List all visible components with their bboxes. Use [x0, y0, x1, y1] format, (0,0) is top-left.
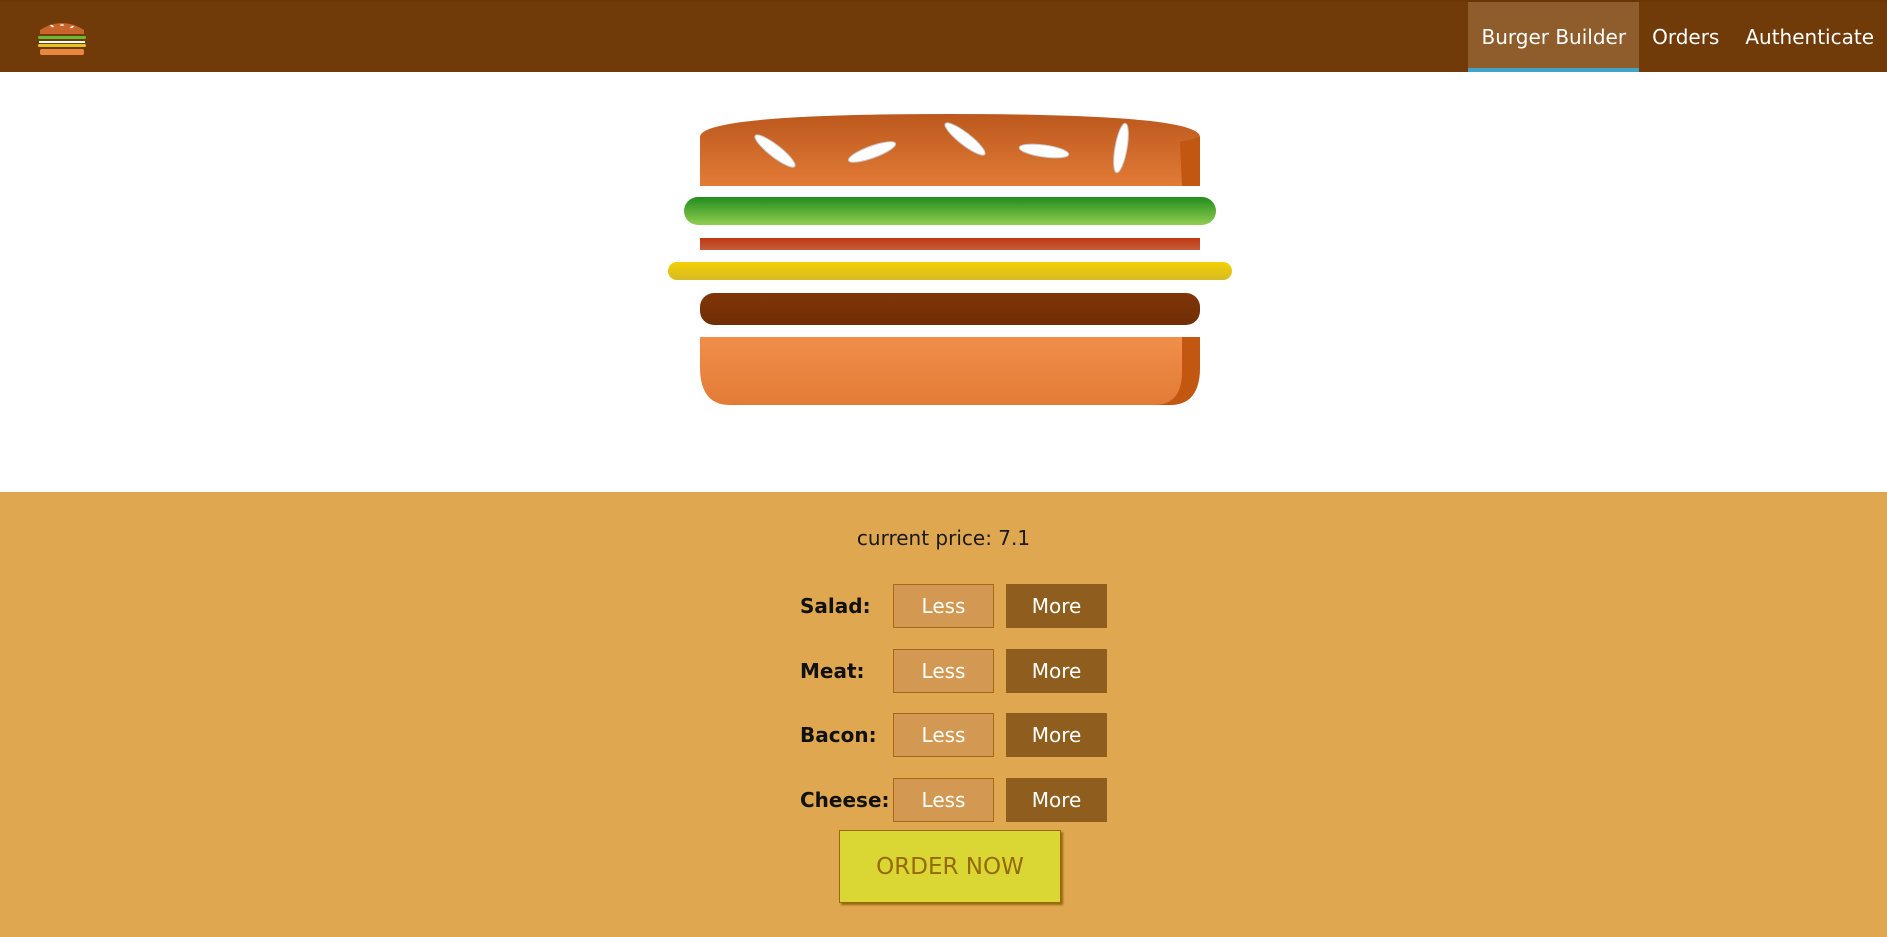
cheese-more-button[interactable]: More — [1006, 778, 1107, 822]
ingredient-label-meat: Meat: — [800, 659, 865, 683]
build-control-meat: Meat: Less More — [800, 649, 1110, 693]
bacon-less-button[interactable]: Less — [893, 713, 994, 757]
build-control-cheese: Cheese: Less More — [800, 778, 1110, 822]
meat-more-button[interactable]: More — [1006, 649, 1107, 693]
order-now-button[interactable]: ORDER NOW — [839, 830, 1061, 903]
nav-burger-builder[interactable]: Burger Builder — [1468, 2, 1640, 72]
build-control-bacon: Bacon: Less More — [800, 713, 1110, 757]
ingredient-label-salad: Salad: — [800, 594, 871, 618]
burger-preview — [0, 72, 1887, 492]
bread-bottom-layer — [700, 337, 1200, 405]
main-nav: Burger Builder Orders Authenticate — [1468, 2, 1887, 72]
cheese-less-button[interactable]: Less — [893, 778, 994, 822]
nav-authenticate[interactable]: Authenticate — [1732, 2, 1887, 72]
ingredient-label-cheese: Cheese: — [800, 788, 890, 812]
toolbar: Burger Builder Orders Authenticate — [0, 0, 1887, 72]
salad-layer — [684, 197, 1216, 225]
salad-less-button[interactable]: Less — [893, 584, 994, 628]
build-controls: current price: 7.1 Salad: Less More Meat… — [0, 492, 1887, 937]
bacon-more-button[interactable]: More — [1006, 713, 1107, 757]
current-price: current price: 7.1 — [856, 526, 1031, 550]
build-control-salad: Salad: Less More — [800, 584, 1110, 628]
cheese-layer — [668, 262, 1232, 280]
burger-logo-icon[interactable] — [34, 18, 90, 58]
bacon-layer — [700, 238, 1200, 250]
meat-less-button[interactable]: Less — [893, 649, 994, 693]
burger-illustration — [668, 114, 1232, 405]
meat-layer — [700, 293, 1200, 325]
salad-more-button[interactable]: More — [1006, 584, 1107, 628]
ingredient-label-bacon: Bacon: — [800, 723, 877, 747]
bread-top-layer — [700, 114, 1200, 186]
nav-orders[interactable]: Orders — [1639, 2, 1732, 72]
